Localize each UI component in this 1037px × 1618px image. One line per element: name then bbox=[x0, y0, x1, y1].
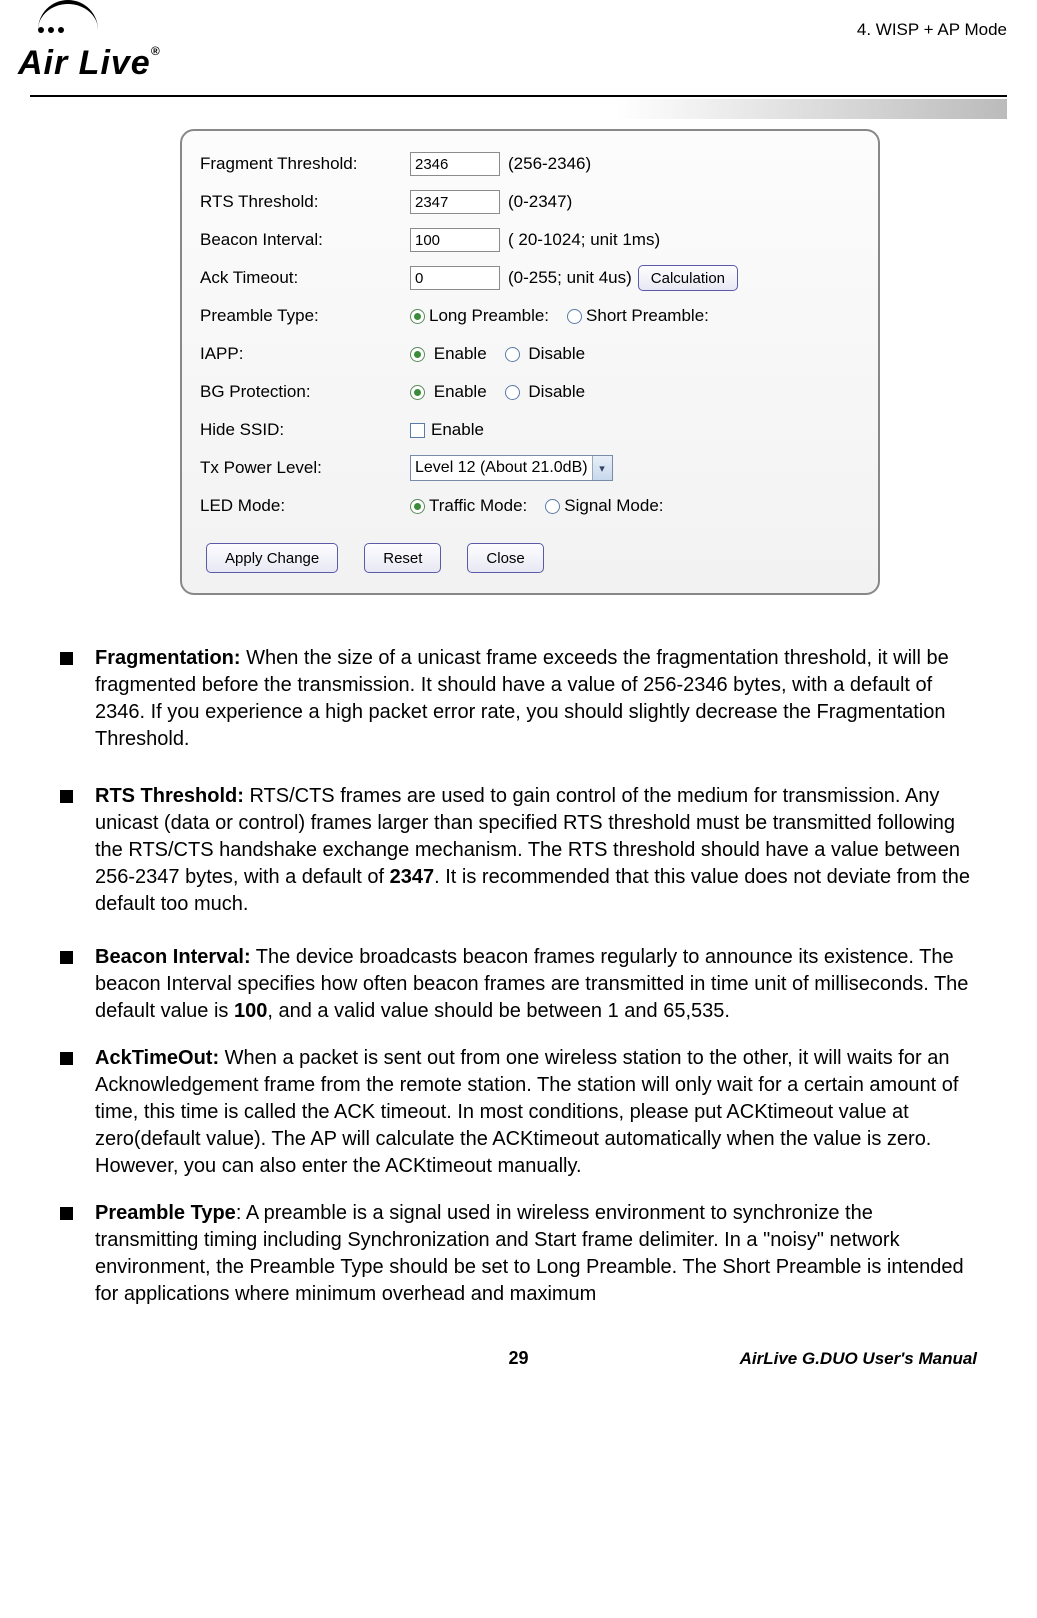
ack-title: AckTimeOut: bbox=[95, 1047, 219, 1069]
iapp-label: IAPP: bbox=[200, 344, 410, 364]
bullet-icon bbox=[60, 790, 73, 803]
beacon-text-b: , and a valid value should be between 1 … bbox=[267, 1000, 730, 1022]
beacon-interval-hint: ( 20-1024; unit 1ms) bbox=[508, 230, 660, 250]
preamble-type-label: Preamble Type: bbox=[200, 306, 410, 326]
section-title: 4. WISP + AP Mode bbox=[857, 20, 1007, 40]
divider bbox=[30, 95, 1007, 97]
long-preamble-radio[interactable] bbox=[410, 309, 425, 324]
beacon-interval-input[interactable] bbox=[410, 228, 500, 252]
rts-threshold-label: RTS Threshold: bbox=[200, 192, 410, 212]
bg-disable-radio[interactable] bbox=[505, 385, 520, 400]
ack-bullet: AckTimeOut: When a packet is sent out fr… bbox=[95, 1045, 977, 1180]
hide-ssid-checkbox[interactable] bbox=[410, 423, 425, 438]
settings-panel: Fragment Threshold: (256-2346) RTS Thres… bbox=[180, 129, 880, 595]
fragmentation-title: Fragmentation: bbox=[95, 647, 241, 669]
traffic-mode-radio[interactable] bbox=[410, 499, 425, 514]
chevron-down-icon: ▾ bbox=[592, 456, 612, 480]
short-preamble-radio[interactable] bbox=[567, 309, 582, 324]
ack-timeout-label: Ack Timeout: bbox=[200, 268, 410, 288]
bullet-icon bbox=[60, 951, 73, 964]
beacon-bullet: Beacon Interval: The device broadcasts b… bbox=[95, 944, 977, 1025]
beacon-interval-label: Beacon Interval: bbox=[200, 230, 410, 250]
logo: Air Live® bbox=[18, 5, 161, 83]
tx-power-select[interactable]: Level 12 (About 21.0dB) ▾ bbox=[410, 455, 613, 481]
bullet-icon bbox=[60, 1207, 73, 1220]
rts-title: RTS Threshold: bbox=[95, 785, 244, 807]
close-button[interactable]: Close bbox=[467, 543, 543, 573]
ack-timeout-input[interactable] bbox=[410, 266, 500, 290]
page-number: 29 bbox=[366, 1348, 672, 1369]
beacon-bold: 100 bbox=[234, 1000, 267, 1022]
iapp-disable-radio[interactable] bbox=[505, 347, 520, 362]
bg-enable-text: Enable bbox=[434, 382, 487, 401]
bg-disable-text: Disable bbox=[528, 382, 585, 401]
fragment-threshold-label: Fragment Threshold: bbox=[200, 154, 410, 174]
bullet-icon bbox=[60, 652, 73, 665]
rts-threshold-hint: (0-2347) bbox=[508, 192, 572, 212]
iapp-enable-radio[interactable] bbox=[410, 347, 425, 362]
logo-text: Air Live bbox=[18, 44, 151, 82]
content-body: Fragmentation: When the size of a unicas… bbox=[60, 645, 977, 1308]
signal-mode-text: Signal Mode: bbox=[564, 496, 663, 515]
apply-change-button[interactable]: Apply Change bbox=[206, 543, 338, 573]
fragment-threshold-input[interactable] bbox=[410, 152, 500, 176]
bg-protection-label: BG Protection: bbox=[200, 382, 410, 402]
led-mode-label: LED Mode: bbox=[200, 496, 410, 516]
hide-ssid-text: Enable bbox=[431, 420, 484, 439]
ack-timeout-hint: (0-255; unit 4us) bbox=[508, 268, 632, 288]
traffic-mode-text: Traffic Mode: bbox=[429, 496, 527, 515]
tx-power-value: Level 12 (About 21.0dB) bbox=[415, 459, 588, 477]
hide-ssid-label: Hide SSID: bbox=[200, 420, 410, 440]
gradient-strip bbox=[30, 99, 1007, 119]
iapp-disable-text: Disable bbox=[528, 344, 585, 363]
fragment-threshold-hint: (256-2346) bbox=[508, 154, 591, 174]
reset-button[interactable]: Reset bbox=[364, 543, 441, 573]
short-preamble-text: Short Preamble: bbox=[586, 306, 709, 325]
iapp-enable-text: Enable bbox=[434, 344, 487, 363]
rts-bold: 2347 bbox=[390, 866, 435, 888]
beacon-title: Beacon Interval: bbox=[95, 946, 251, 968]
tx-power-label: Tx Power Level: bbox=[200, 458, 410, 478]
ack-text: When a packet is sent out from one wirel… bbox=[95, 1047, 958, 1177]
rts-bullet: RTS Threshold: RTS/CTS frames are used t… bbox=[95, 783, 977, 918]
manual-title: AirLive G.DUO User's Manual bbox=[671, 1349, 977, 1369]
bullet-icon bbox=[60, 1052, 73, 1065]
bg-enable-radio[interactable] bbox=[410, 385, 425, 400]
long-preamble-text: Long Preamble: bbox=[429, 306, 549, 325]
calculation-button[interactable]: Calculation bbox=[638, 265, 738, 291]
preamble-bullet: Preamble Type: A preamble is a signal us… bbox=[95, 1200, 977, 1308]
signal-mode-radio[interactable] bbox=[545, 499, 560, 514]
preamble-title: Preamble Type bbox=[95, 1202, 236, 1224]
fragmentation-bullet: Fragmentation: When the size of a unicas… bbox=[95, 645, 977, 753]
rts-threshold-input[interactable] bbox=[410, 190, 500, 214]
